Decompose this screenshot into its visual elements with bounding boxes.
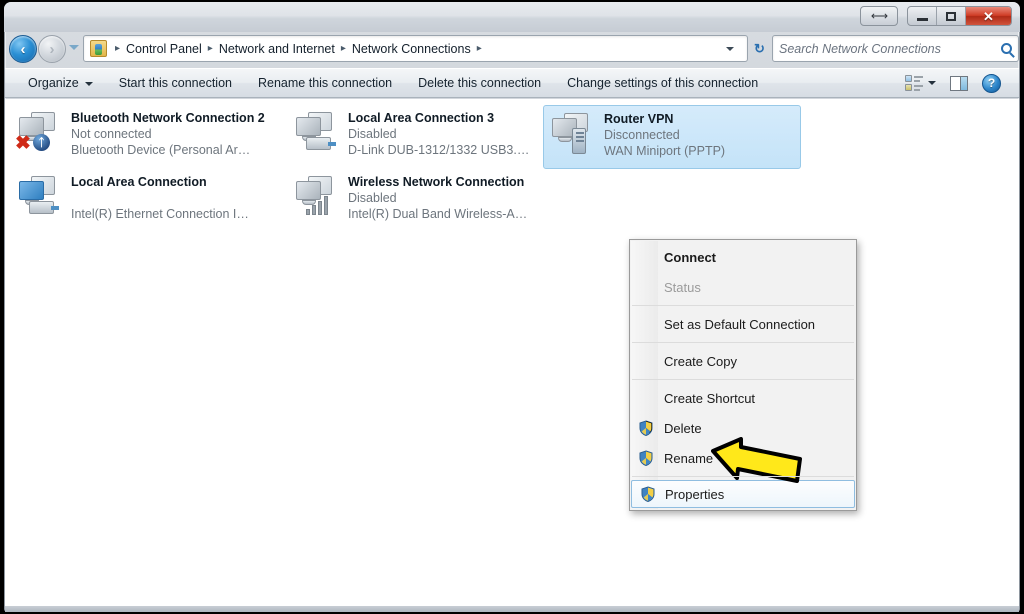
connection-status: Not connected [71, 127, 152, 141]
connection-device: Intel(R) Ethernet Connection I218... [71, 207, 253, 221]
connection-name: Local Area Connection [71, 175, 207, 189]
window-controls: ⟷ ✕ [860, 5, 1012, 27]
connection-name: Wireless Network Connection [348, 175, 525, 189]
menu-item-connect[interactable]: Connect [630, 242, 856, 272]
resize-arrows-icon: ⟷ [870, 9, 888, 23]
menu-item-create-shortcut[interactable]: Create Shortcut [630, 383, 856, 413]
connection-item-bluetooth[interactable]: ✖ ᛏ Bluetooth Network Connection 2 Not c… [11, 105, 265, 169]
preview-pane-icon [951, 76, 960, 90]
network-cable-icon [306, 137, 336, 150]
menu-separator [632, 379, 854, 380]
help-button[interactable]: ? [982, 73, 1001, 93]
start-connection-button[interactable]: Start this connection [106, 72, 245, 94]
network-folder-icon [90, 40, 107, 57]
breadcrumb-separator: ▸ [340, 43, 346, 54]
network-cable-icon [29, 201, 59, 214]
connection-item-wireless[interactable]: Wireless Network Connection Disabled Int… [288, 169, 536, 233]
breadcrumb-separator: ▸ [115, 43, 121, 54]
search-box[interactable]: Search Network Connections [772, 35, 1019, 62]
connection-status: Disconnected [604, 128, 680, 142]
ethernet-adapter-icon [15, 173, 65, 219]
menu-separator [632, 476, 854, 477]
connection-name: Local Area Connection 3 [348, 111, 495, 125]
connection-device: Bluetooth Device (Personal Area ... [71, 143, 253, 157]
connection-device: D-Link DUB-1312/1332 USB3.0 to ... [348, 143, 530, 157]
uac-shield-icon [638, 450, 654, 467]
connection-device: WAN Miniport (PPTP) [604, 144, 726, 158]
title-bar: ⟷ ✕ [4, 2, 1020, 32]
breadcrumb-separator: ▸ [207, 43, 213, 54]
signal-bars-icon [306, 195, 332, 215]
address-bar[interactable]: ▸ Control Panel ▸ Network and Internet ▸… [83, 35, 748, 62]
address-dropdown-icon[interactable] [726, 46, 734, 51]
connection-status [71, 190, 253, 206]
menu-item-status: Status [664, 279, 701, 295]
vpn-server-icon [572, 128, 586, 154]
delete-connection-button[interactable]: Delete this connection [405, 72, 554, 94]
change-settings-button[interactable]: Change settings of this connection [554, 72, 771, 94]
command-toolbar: Organize Start this connection Rename th… [5, 68, 1019, 98]
history-dropdown-icon[interactable] [69, 45, 79, 50]
ethernet-adapter-icon [292, 109, 342, 155]
connections-grid: ✖ ᛏ Bluetooth Network Connection 2 Not c… [11, 105, 801, 235]
close-icon: ✕ [983, 8, 994, 24]
address-bar-row: ‹ › ▸ Control Panel ▸ Network and Intern… [5, 33, 1019, 66]
bluetooth-icon: ᛏ [33, 134, 50, 151]
menu-item-rename-label: Rename [664, 450, 714, 466]
close-button[interactable]: ✕ [966, 7, 1011, 25]
connection-status: Disabled [348, 127, 397, 141]
view-layout-button[interactable] [905, 74, 936, 92]
search-input[interactable]: Search Network Connections [779, 42, 1001, 56]
breadcrumb-control-panel[interactable]: Control Panel [125, 42, 203, 56]
window-bottom-frame [5, 606, 1019, 612]
wireless-network-icon [292, 173, 342, 219]
refresh-button[interactable]: ↻ [750, 37, 772, 60]
connection-name: Router VPN [604, 112, 674, 126]
menu-item-create-copy[interactable]: Create Copy [630, 346, 856, 376]
help-icon: ? [987, 76, 996, 90]
breadcrumb-network-connections[interactable]: Network Connections [351, 42, 472, 56]
pointer-arrow-icon [711, 437, 803, 493]
rename-connection-button[interactable]: Rename this connection [245, 72, 405, 94]
uac-shield-icon [638, 420, 654, 437]
back-arrow-icon: ‹ [20, 40, 26, 58]
connection-item-lac[interactable]: Local Area Connection Intel(R) Ethernet … [11, 169, 259, 233]
menu-item-delete-label: Delete [664, 420, 702, 436]
vpn-connection-icon [548, 110, 598, 156]
back-button[interactable]: ‹ [9, 35, 37, 63]
resize-help-button[interactable]: ⟷ [860, 6, 898, 26]
maximize-button[interactable] [937, 7, 966, 25]
screenshot-root: ⟷ ✕ ‹ › ▸ Control Panel ▸ Network and In… [0, 0, 1024, 614]
organize-button[interactable]: Organize [15, 72, 106, 94]
organize-label: Organize [28, 76, 79, 90]
maximize-icon [946, 11, 956, 21]
connection-item-router-vpn[interactable]: Router VPN Disconnected WAN Miniport (PP… [543, 105, 801, 169]
connection-status: Disabled [348, 191, 397, 205]
refresh-icon: ↻ [754, 40, 765, 56]
menu-separator [632, 342, 854, 343]
bluetooth-network-icon: ✖ ᛏ [15, 109, 65, 155]
preview-pane-button[interactable] [950, 75, 968, 91]
connection-item-lac3[interactable]: Local Area Connection 3 Disabled D-Link … [288, 105, 536, 169]
view-layout-icon [905, 74, 923, 92]
error-x-icon: ✖ [15, 133, 31, 154]
forward-button[interactable]: › [38, 35, 66, 63]
minimize-icon [916, 17, 928, 21]
chevron-down-icon [84, 81, 93, 86]
minimize-button[interactable] [908, 7, 937, 25]
uac-shield-icon [640, 486, 656, 503]
chevron-down-icon [928, 81, 936, 85]
forward-arrow-icon: › [49, 40, 55, 58]
breadcrumb-separator: ▸ [476, 43, 482, 54]
connection-name: Bluetooth Network Connection 2 [71, 111, 265, 125]
search-icon [1001, 43, 1012, 54]
connection-device: Intel(R) Dual Band Wireless-AC 72... [348, 207, 530, 221]
toolbar-right-icons: ? [905, 73, 1009, 93]
breadcrumb-network-and-internet[interactable]: Network and Internet [218, 42, 336, 56]
menu-item-set-as-default-connection[interactable]: Set as Default Connection [630, 309, 856, 339]
menu-separator [632, 305, 854, 306]
connections-list-panel: ✖ ᛏ Bluetooth Network Connection 2 Not c… [5, 99, 1019, 606]
